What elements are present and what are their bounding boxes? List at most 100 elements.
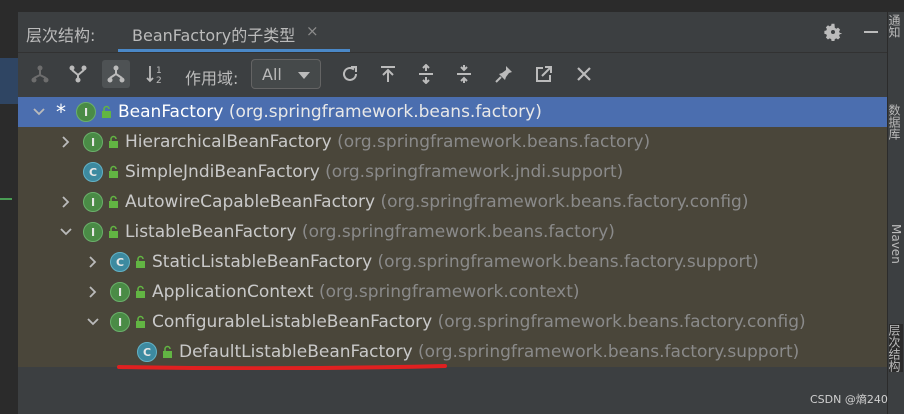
type-name: AutowireCapableBeanFactory (org.springfr…: [125, 192, 748, 212]
gutter-change-marker: [0, 198, 12, 200]
svg-text:1: 1: [156, 66, 162, 76]
hierarchy-header: 层次结构: BeanFactory的子类型 ×: [18, 12, 888, 53]
chevron-down-icon[interactable]: [86, 315, 100, 329]
hierarchy-icon[interactable]: [102, 60, 130, 88]
type-simple-name: BeanFactory: [118, 102, 224, 122]
panel-title: 层次结构:: [26, 26, 96, 45]
empty-area: [18, 367, 888, 414]
svg-text:2: 2: [156, 76, 162, 85]
type-name: ListableBeanFactory (org.springframework…: [125, 222, 615, 242]
type-simple-name: StaticListableBeanFactory: [152, 252, 373, 272]
window-top-strip: [0, 0, 904, 12]
sort-alpha-icon[interactable]: 12: [142, 60, 170, 88]
tree-row[interactable]: C StaticListableBeanFactory (org.springfr…: [18, 247, 888, 277]
right-tool-bar: 通知数据库 Maven 层次结构: [887, 12, 904, 414]
type-name: DefaultListableBeanFactory (org.springfr…: [179, 342, 799, 362]
interface-icon: I: [83, 222, 103, 242]
interface-icon: I: [83, 192, 103, 212]
hierarchy-tree: * I BeanFactory (org.springframework.beans…: [18, 97, 888, 367]
public-access-icon: [136, 285, 145, 298]
type-package: (org.springframework.beans.factory.suppo…: [412, 342, 800, 362]
public-access-icon: [109, 135, 118, 148]
watermark: CSDN @熵240: [810, 393, 888, 406]
export-icon[interactable]: [374, 60, 402, 88]
type-package: (org.springframework.beans.factory): [296, 222, 615, 242]
supertypes-icon[interactable]: [26, 60, 54, 88]
chevron-right-icon[interactable]: [59, 135, 73, 149]
tab-label: BeanFactory的子类型: [132, 26, 296, 45]
tab-subtypes[interactable]: BeanFactory的子类型 ×: [118, 12, 350, 52]
public-access-icon: [136, 255, 145, 268]
type-simple-name: AutowireCapableBeanFactory: [125, 192, 376, 212]
interface-icon: I: [83, 132, 103, 152]
type-package: (org.springframework.beans.factory.confi…: [432, 312, 806, 332]
hierarchy-toolbar: 12 作用域: All: [18, 53, 888, 97]
hide-panel-icon[interactable]: [864, 31, 878, 33]
type-simple-name: ListableBeanFactory: [125, 222, 297, 242]
root-marker: *: [56, 100, 66, 124]
public-access-icon: [109, 225, 118, 238]
red-underline-annotation: [117, 364, 447, 370]
type-name: ApplicationContext (org.springframework.…: [152, 282, 580, 302]
class-icon: C: [110, 252, 130, 272]
scope-label: 作用域:: [185, 69, 239, 88]
expand-all-icon[interactable]: [412, 60, 440, 88]
type-simple-name: ConfigurableListableBeanFactory: [152, 312, 433, 332]
type-name: ConfigurableListableBeanFactory (org.spr…: [152, 312, 806, 332]
tab-active-underline: [118, 49, 350, 52]
tree-row[interactable]: C DefaultListableBeanFactory (org.springf…: [18, 337, 888, 367]
type-package: (org.springframework.beans.factory.confi…: [375, 192, 749, 212]
interface-icon: I: [110, 312, 130, 332]
gutter-selection: [0, 58, 18, 104]
public-access-icon: [136, 315, 145, 328]
chevron-right-icon[interactable]: [86, 285, 100, 299]
type-package: (org.springframework.beans.factory): [223, 102, 542, 122]
scope-value: All: [262, 65, 282, 84]
gear-icon[interactable]: [822, 21, 844, 43]
public-access-icon: [109, 195, 118, 208]
interface-icon: I: [76, 102, 96, 122]
tree-row[interactable]: * I BeanFactory (org.springframework.beans…: [18, 97, 888, 127]
chevron-right-icon[interactable]: [59, 195, 73, 209]
right-tab[interactable]: 层次结构: [887, 324, 903, 372]
class-icon: C: [137, 342, 157, 362]
tree-row[interactable]: I ApplicationContext (org.springframework…: [18, 277, 888, 307]
class-icon: C: [83, 162, 103, 182]
tree-row[interactable]: C SimpleJndiBeanFactory (org.springframew…: [18, 157, 888, 187]
right-tab[interactable]: 通知: [887, 14, 903, 38]
type-simple-name: DefaultListableBeanFactory: [179, 342, 413, 362]
public-access-icon: [109, 165, 118, 178]
type-name: BeanFactory (org.springframework.beans.f…: [118, 102, 542, 122]
chevron-down-icon: [298, 72, 310, 79]
type-name: HierarchicalBeanFactory (org.springframe…: [125, 132, 650, 152]
tab-close-icon[interactable]: ×: [306, 22, 319, 40]
right-tab[interactable]: 数据库: [887, 104, 903, 140]
type-simple-name: ApplicationContext: [152, 282, 314, 302]
tree-row[interactable]: I HierarchicalBeanFactory (org.springfram…: [18, 127, 888, 157]
type-name: StaticListableBeanFactory (org.springfra…: [152, 252, 759, 272]
left-gutter: [0, 12, 18, 414]
chevron-right-icon[interactable]: [86, 255, 100, 269]
chevron-down-icon[interactable]: [32, 105, 46, 119]
right-tab[interactable]: Maven: [889, 224, 903, 264]
collapse-all-icon[interactable]: [450, 60, 478, 88]
type-package: (org.springframework.jndi.support): [319, 162, 624, 182]
type-package: (org.springframework.context): [313, 282, 580, 302]
public-access-icon: [163, 345, 172, 358]
chevron-down-icon[interactable]: [59, 225, 73, 239]
type-simple-name: SimpleJndiBeanFactory: [125, 162, 320, 182]
tree-row[interactable]: I AutowireCapableBeanFactory (org.springf…: [18, 187, 888, 217]
interface-icon: I: [110, 282, 130, 302]
tree-row[interactable]: I ConfigurableListableBeanFactory (org.sp…: [18, 307, 888, 337]
type-simple-name: HierarchicalBeanFactory: [125, 132, 332, 152]
close-icon[interactable]: [570, 60, 598, 88]
pin-icon[interactable]: [490, 60, 518, 88]
type-name: SimpleJndiBeanFactory (org.springframewo…: [125, 162, 623, 182]
type-package: (org.springframework.beans.factory): [331, 132, 651, 152]
open-in-editor-icon[interactable]: [530, 60, 558, 88]
subtypes-icon[interactable]: [64, 60, 92, 88]
refresh-icon[interactable]: [336, 60, 364, 88]
public-access-icon: [102, 105, 111, 118]
tree-row[interactable]: I ListableBeanFactory (org.springframewor…: [18, 217, 888, 247]
scope-dropdown[interactable]: All: [251, 59, 321, 89]
